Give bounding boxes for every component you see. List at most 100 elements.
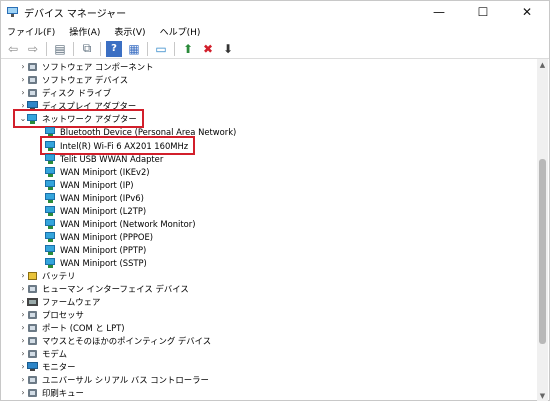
tree-item-wan-miniport[interactable]: WAN Miniport (PPPOE) — [45, 230, 153, 243]
tree-item-hid[interactable]: › ヒューマン インターフェイス デバイス — [19, 282, 188, 295]
tree-item-ports[interactable]: › ポート (COM と LPT) — [19, 321, 124, 334]
expand-chevron-icon[interactable]: › — [19, 282, 27, 295]
maximize-button[interactable]: ☐ — [461, 1, 505, 23]
tree-item-label: ディスク ドライブ — [42, 87, 112, 98]
expand-chevron-icon[interactable]: › — [19, 386, 27, 399]
tree-item-network-adapters[interactable]: ⌄ ネットワーク アダプター — [13, 109, 144, 128]
network-adapter-icon — [45, 257, 56, 268]
network-adapter-icon — [27, 113, 38, 124]
tree-item-usb-controllers[interactable]: › ユニバーサル シリアル バス コントローラー — [19, 373, 208, 386]
tree-item-label: モニター — [42, 361, 76, 372]
toolbar-separator — [46, 41, 47, 56]
console-tree-icon[interactable]: ⧉ — [79, 41, 95, 57]
expand-chevron-icon[interactable]: › — [19, 321, 27, 334]
tree-item-modem[interactable]: › モデム — [19, 347, 67, 360]
vertical-scrollbar[interactable]: ▲ ▼ — [537, 59, 548, 401]
toolbar: ⇦ ⇨ ▤ ⧉ ? ▦ ▭ ⬆ ✖ ⬇ — [1, 39, 549, 59]
tree-item-battery[interactable]: › バッテリ — [19, 269, 75, 282]
expand-chevron-icon[interactable]: › — [19, 334, 27, 347]
tree-item-label: WAN Miniport (Network Monitor) — [60, 218, 196, 229]
menu-view[interactable]: 表示(V) — [114, 25, 145, 38]
expand-chevron-icon[interactable]: › — [19, 99, 27, 112]
expand-chevron-icon[interactable]: › — [19, 347, 27, 360]
minimize-button[interactable]: — — [417, 1, 461, 23]
tree-item-display-adapters[interactable]: › ディスプレイ アダプター — [19, 99, 136, 112]
tree-item-label: Intel(R) Wi-Fi 6 AX201 160MHz — [60, 140, 189, 151]
collapse-chevron-icon[interactable]: ⌄ — [19, 112, 27, 125]
network-adapter-icon — [45, 140, 56, 151]
toolbar-separator — [174, 41, 175, 56]
toolbar-separator — [147, 41, 148, 56]
expand-chevron-icon[interactable]: › — [19, 308, 27, 321]
tree-item-label: 印刷キュー — [42, 387, 84, 398]
menu-action[interactable]: 操作(A) — [69, 25, 100, 38]
window-controls: — ☐ ✕ — [417, 1, 549, 23]
tree-item-wan-miniport[interactable]: WAN Miniport (SSTP) — [45, 256, 147, 269]
tree-item-label: WAN Miniport (SSTP) — [60, 257, 147, 268]
scan-hardware-icon[interactable]: ▦ — [126, 41, 142, 57]
hid-icon — [27, 284, 38, 294]
display-adapter-icon — [27, 100, 38, 111]
network-adapter-icon — [45, 244, 56, 255]
printer-icon — [27, 388, 38, 398]
tree-item-telit-wwan[interactable]: Telit USB WWAN Adapter — [45, 152, 163, 165]
back-arrow-icon[interactable]: ⇦ — [5, 41, 21, 57]
tree-item-print-queues[interactable]: › 印刷キュー — [19, 386, 84, 399]
expand-chevron-icon[interactable]: › — [19, 60, 27, 73]
tree-item-wan-miniport[interactable]: WAN Miniport (PPTP) — [45, 243, 146, 256]
tree-item-mice[interactable]: › マウスとそのほかのポインティング デバイス — [19, 334, 211, 347]
menu-help[interactable]: ヘルプ(H) — [160, 25, 201, 38]
tree-item-software-components[interactable]: › ソフトウェア コンポーネント — [19, 60, 154, 73]
tree-item-label: プロセッサ — [42, 309, 84, 320]
tree-item-wan-miniport[interactable]: WAN Miniport (Network Monitor) — [45, 217, 196, 230]
network-adapter-icon — [45, 218, 56, 229]
properties-icon[interactable]: ▤ — [52, 41, 68, 57]
tree-item-software-devices[interactable]: › ソフトウェア デバイス — [19, 73, 128, 86]
mouse-icon — [27, 336, 38, 346]
network-adapter-icon — [45, 153, 56, 164]
expand-chevron-icon[interactable]: › — [19, 269, 27, 282]
download-icon[interactable]: ⬇ — [220, 41, 236, 57]
tree-item-wan-miniport[interactable]: WAN Miniport (IP) — [45, 178, 134, 191]
usb-icon — [27, 375, 38, 385]
expand-chevron-icon[interactable]: › — [19, 360, 27, 373]
scroll-up-arrow-icon[interactable]: ▲ — [537, 59, 548, 70]
scroll-down-arrow-icon[interactable]: ▼ — [537, 390, 548, 401]
tree-item-bluetooth-pan[interactable]: Bluetooth Device (Personal Area Network) — [45, 125, 236, 138]
expand-chevron-icon[interactable]: › — [19, 373, 27, 386]
tree-item-label: ネットワーク アダプター — [42, 113, 137, 124]
forward-arrow-icon[interactable]: ⇨ — [25, 41, 41, 57]
tree-item-label: Telit USB WWAN Adapter — [60, 153, 164, 164]
monitor-icon[interactable]: ▭ — [153, 41, 169, 57]
close-button[interactable]: ✕ — [505, 1, 549, 23]
tree-item-wan-miniport[interactable]: WAN Miniport (L2TP) — [45, 204, 146, 217]
tree-item-intel-wifi[interactable]: Intel(R) Wi-Fi 6 AX201 160MHz — [39, 136, 196, 155]
expand-chevron-icon[interactable]: › — [19, 73, 27, 86]
update-driver-icon[interactable]: ⬆ — [180, 41, 196, 57]
tree-item-label: Bluetooth Device (Personal Area Network) — [60, 126, 237, 137]
tree-item-firmware[interactable]: › ファームウェア — [19, 295, 100, 308]
expand-chevron-icon[interactable]: › — [19, 295, 27, 308]
expand-chevron-icon[interactable]: › — [19, 86, 27, 99]
tree-item-disk-drives[interactable]: › ディスク ドライブ — [19, 86, 111, 99]
modem-icon — [27, 349, 38, 359]
tree-item-label: ファームウェア — [42, 296, 101, 307]
processor-icon — [27, 310, 38, 320]
tree-item-wan-miniport[interactable]: WAN Miniport (IPv6) — [45, 191, 144, 204]
disk-drive-icon — [27, 88, 38, 98]
tree-item-label: モデム — [42, 348, 67, 359]
tree-item-monitors[interactable]: › モニター — [19, 360, 76, 373]
tree-item-wan-miniport[interactable]: WAN Miniport (IKEv2) — [45, 165, 150, 178]
network-adapter-icon — [45, 179, 56, 190]
menu-file[interactable]: ファイル(F) — [7, 25, 55, 38]
tree-item-label: WAN Miniport (PPPOE) — [60, 231, 154, 242]
tree-item-label: WAN Miniport (L2TP) — [60, 205, 147, 216]
tree-item-processor[interactable]: › プロセッサ — [19, 308, 84, 321]
battery-icon — [27, 271, 38, 281]
scrollbar-thumb[interactable] — [539, 159, 546, 344]
menu-bar: ファイル(F) 操作(A) 表示(V) ヘルプ(H) — [1, 23, 214, 39]
tree-item-label: ソフトウェア コンポーネント — [42, 61, 154, 72]
tree-item-label: WAN Miniport (IP) — [60, 179, 134, 190]
help-icon[interactable]: ? — [106, 40, 122, 57]
uninstall-icon[interactable]: ✖ — [200, 41, 216, 57]
